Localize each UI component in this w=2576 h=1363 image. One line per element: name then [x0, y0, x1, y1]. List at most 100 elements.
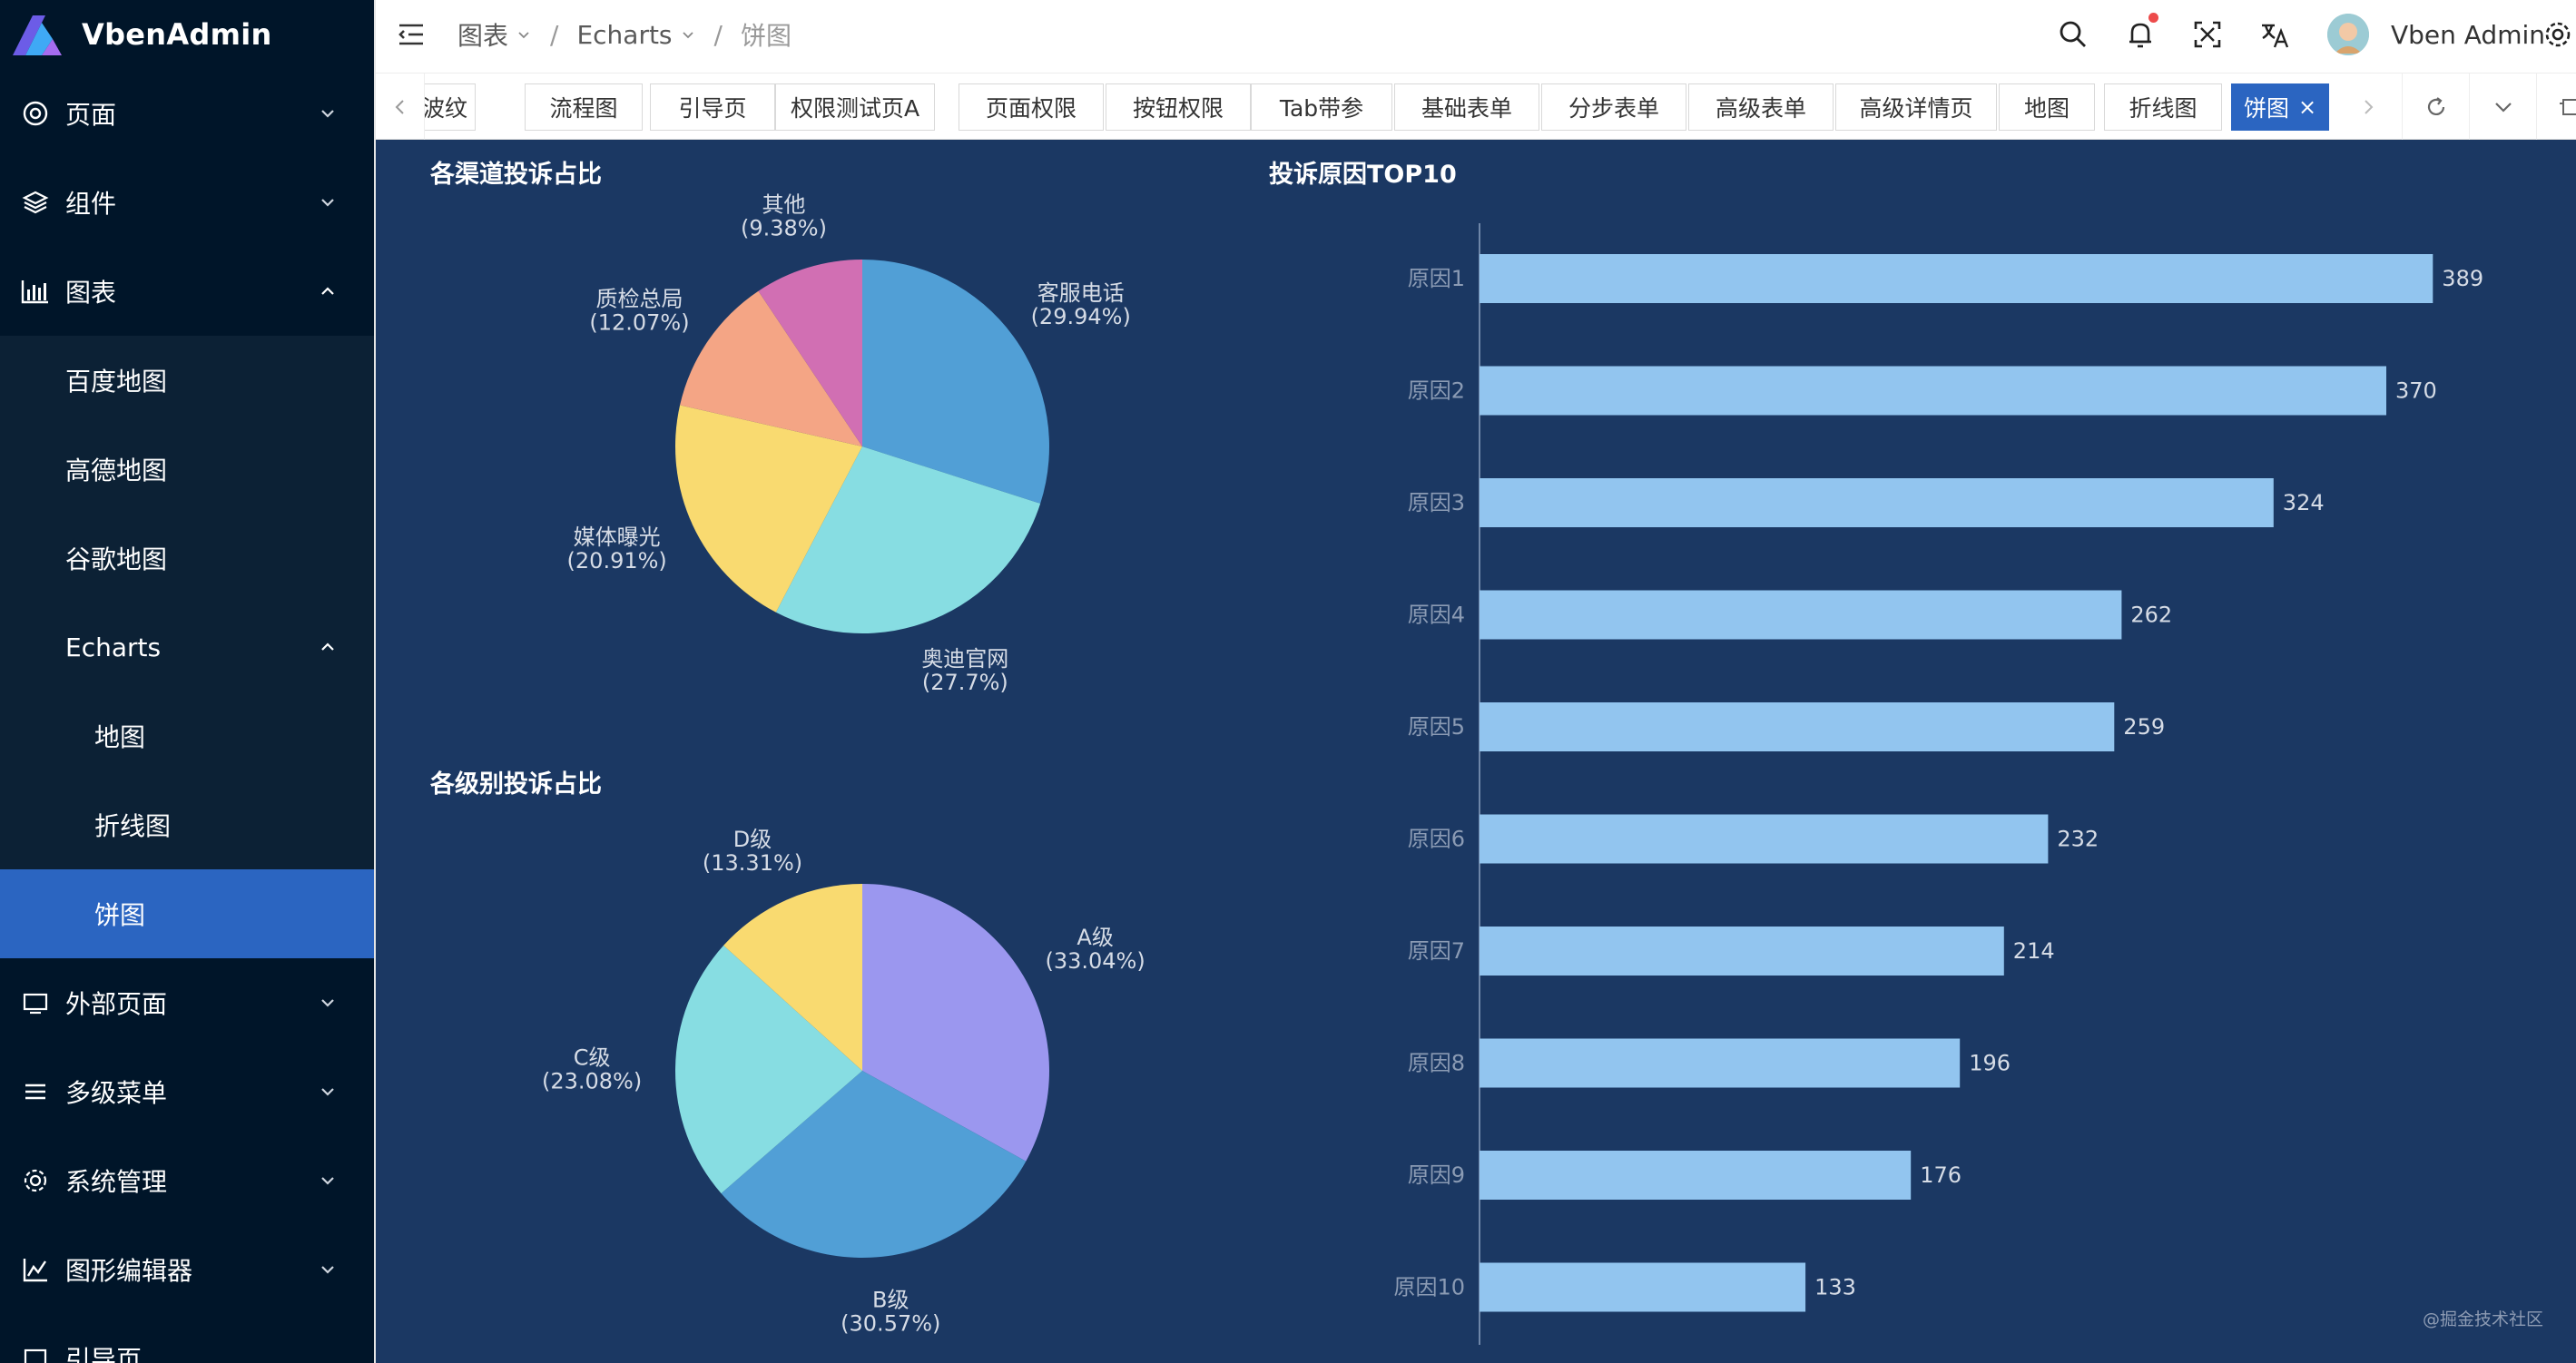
- breadcrumb-item-charts[interactable]: 图表: [457, 16, 508, 53]
- tab-step-form[interactable]: 分步表单: [1541, 83, 1686, 131]
- search-icon[interactable]: [2057, 18, 2089, 51]
- tab-advanced-detail[interactable]: 高级详情页: [1835, 83, 1997, 131]
- notification-dot: [2148, 13, 2158, 23]
- tab-refresh-button[interactable]: [2402, 74, 2469, 141]
- tab-page-permission[interactable]: 页面权限: [959, 83, 1104, 131]
- sidebar-item-amap[interactable]: 高德地图: [0, 425, 374, 514]
- tab-basic-form[interactable]: 基础表单: [1394, 83, 1539, 131]
- chevron-down-icon[interactable]: [680, 26, 696, 43]
- pie-label-percent: (23.08%): [542, 1068, 642, 1093]
- bar-value-label: 259: [2123, 714, 2165, 740]
- bar-mark: [1480, 814, 2049, 864]
- chevron-down-icon: [321, 999, 334, 1007]
- tab-tab-params[interactable]: Tab带参: [1251, 83, 1392, 131]
- notification-button[interactable]: [2124, 13, 2158, 51]
- fullscreen-icon[interactable]: [2191, 18, 2224, 51]
- sidebar-item-external[interactable]: 外部页面: [0, 958, 374, 1047]
- watermark: @掘金技术社区: [2422, 1309, 2543, 1329]
- bar-category-label: 原因10: [1393, 1275, 1465, 1300]
- bar-category-label: 原因2: [1408, 378, 1465, 404]
- sidebar-item-echarts[interactable]: Echarts: [0, 603, 374, 691]
- breadcrumb-item-echarts[interactable]: Echarts: [576, 20, 672, 50]
- target-icon: [20, 98, 51, 129]
- chevron-down-icon[interactable]: [516, 26, 532, 43]
- avatar[interactable]: [2326, 14, 2369, 55]
- tab-label: 页面权限: [985, 95, 1077, 122]
- sidebar-item-multi-menu[interactable]: 多级菜单: [0, 1047, 374, 1136]
- bar-value-label: 262: [2130, 603, 2172, 628]
- pie-label-name: C级: [574, 1044, 611, 1070]
- tab-advanced-form[interactable]: 高级表单: [1688, 83, 1834, 131]
- sidebar-item-label: 百度地图: [65, 367, 168, 397]
- vben-logo-icon: [13, 15, 62, 55]
- tab-permission-test-a[interactable]: 权限测试页A: [775, 83, 935, 131]
- sidebar-item-charts[interactable]: 图表: [0, 247, 374, 336]
- layers-icon: [20, 187, 51, 218]
- bar-category-label: 原因1: [1408, 266, 1465, 291]
- pie-label-percent: (13.31%): [703, 850, 802, 876]
- top-header: 图表 / Echarts / 饼图 Vben Admin: [376, 0, 2576, 69]
- gear-icon: [20, 1165, 51, 1196]
- pie-label-name: B级: [872, 1288, 909, 1313]
- sidebar-item-baidu-map[interactable]: 百度地图: [0, 336, 374, 425]
- bar-mark: [1480, 1151, 1912, 1200]
- tab-scroll-next-button[interactable]: [2335, 74, 2402, 141]
- bar-value-label: 324: [2283, 490, 2325, 515]
- menu-lines-icon: [20, 1076, 51, 1107]
- tab-ripple[interactable]: 水波纹: [425, 83, 476, 131]
- pie-label-percent: (12.07%): [589, 309, 689, 335]
- logo[interactable]: VbenAdmin: [0, 0, 374, 69]
- tab-fold-button[interactable]: [2536, 74, 2576, 141]
- pie-label-name: A级: [1077, 925, 1113, 950]
- chevron-down-icon: [321, 1177, 334, 1185]
- bar-mark: [1480, 1262, 1806, 1312]
- username[interactable]: Vben Admin: [2391, 20, 2545, 50]
- tab-pie-chart[interactable]: 饼图 ×: [2231, 83, 2329, 131]
- bar-mark: [1480, 927, 2004, 976]
- menu-fold-icon[interactable]: [396, 19, 427, 50]
- bar-mark: [1480, 254, 2433, 303]
- sidebar: VbenAdmin 页面 组件 图表 百度地图 高德地图 谷歌地图 Echart…: [0, 0, 374, 1363]
- sidebar-item-google-map[interactable]: 谷歌地图: [0, 514, 374, 603]
- settings-gear-icon[interactable]: [2542, 18, 2574, 51]
- sidebar-item-pages[interactable]: 页面: [0, 69, 374, 158]
- sidebar-item-map[interactable]: 地图: [0, 691, 374, 780]
- tab-label: 高级表单: [1715, 95, 1806, 122]
- sidebar-item-label: Echarts: [65, 632, 162, 662]
- tab-flowchart[interactable]: 流程图: [525, 83, 643, 131]
- pie-label-percent: (33.04%): [1045, 948, 1145, 974]
- tab-guide[interactable]: 引导页: [650, 83, 775, 131]
- sidebar-item-label: 谷歌地图: [65, 544, 168, 574]
- tab-map[interactable]: 地图: [1999, 83, 2095, 131]
- sidebar-item-system[interactable]: 系统管理: [0, 1136, 374, 1225]
- tab-button-permission[interactable]: 按钮权限: [1106, 83, 1251, 131]
- sidebar-item-line[interactable]: 折线图: [0, 780, 374, 869]
- sidebar-item-components[interactable]: 组件: [0, 158, 374, 247]
- tab-line-chart[interactable]: 折线图: [2104, 83, 2222, 131]
- tab-scroll-prev-button[interactable]: [376, 74, 425, 141]
- sidebar-item-label: 图形编辑器: [65, 1256, 193, 1286]
- tab-label: 引导页: [678, 95, 747, 122]
- sidebar-item-label: 高德地图: [65, 456, 168, 485]
- translate-icon[interactable]: [2258, 18, 2291, 51]
- tab-label: 饼图: [2243, 95, 2289, 122]
- pie-label-name: D级: [733, 827, 772, 852]
- sidebar-item-guide[interactable]: 引导页: [0, 1314, 374, 1363]
- pie-label-percent: (27.7%): [922, 670, 1008, 695]
- expand-icon: [2559, 99, 2576, 115]
- bar-mark: [1480, 590, 2122, 640]
- sidebar-item-label: 多级菜单: [65, 1078, 168, 1108]
- bar-category-label: 原因3: [1408, 490, 1465, 515]
- pie-label-name: 质检总局: [595, 286, 683, 311]
- bar-value-label: 389: [2442, 266, 2483, 291]
- sidebar-item-pie[interactable]: 饼图: [0, 869, 374, 958]
- tab-close-icon[interactable]: ×: [2298, 94, 2316, 120]
- pie-label-percent: (29.94%): [1031, 304, 1131, 329]
- sidebar-item-label: 外部页面: [65, 989, 168, 1019]
- bar-category-label: 原因7: [1408, 938, 1465, 964]
- sidebar-item-graph-editor[interactable]: 图形编辑器: [0, 1225, 374, 1314]
- breadcrumb-item-current: 饼图: [740, 21, 791, 51]
- pie-label-name: 奥迪官网: [921, 646, 1008, 672]
- sidebar-item-label: 饼图: [94, 900, 146, 930]
- tab-dropdown-button[interactable]: [2469, 74, 2536, 141]
